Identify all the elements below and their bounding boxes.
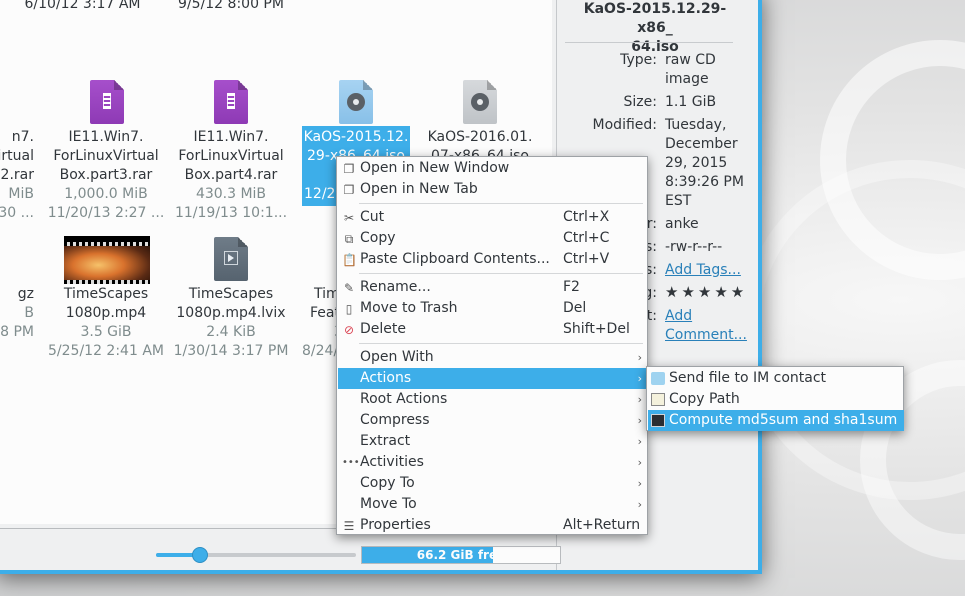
menu-open-new-window[interactable]: ❐ Open in New Window — [338, 158, 648, 179]
context-menu: ❐ Open in New Window ❐ Open in New Tab ✂… — [336, 156, 648, 535]
rename-icon: ✎ — [343, 281, 355, 295]
zoom-slider-handle[interactable] — [192, 547, 208, 563]
submenu-arrow-icon: › — [637, 372, 642, 385]
file-item-timescapes-mp4[interactable]: TimeScapes 1080p.mp4 3.5 GiB 5/25/12 2:4… — [45, 285, 167, 361]
new-window-icon: ❐ — [343, 162, 355, 176]
activities-icon: ••• — [342, 457, 360, 468]
menu-separator — [359, 273, 643, 274]
info-size-value: 1.1 GiB — [665, 94, 717, 110]
file-item-partial[interactable]: n7. Virtual 2.rar MiB :30 ... — [0, 128, 34, 223]
submenu-compute-checksum[interactable]: Compute md5sum and sha1sum — [648, 410, 904, 431]
terminal-icon — [651, 414, 665, 427]
info-type-key: Type: — [620, 52, 657, 68]
info-type-value: raw CD image — [665, 52, 716, 87]
file-date: 9/5/12 8:00 PM — [178, 0, 284, 12]
menu-copy[interactable]: ⧉ Copy Ctrl+C — [338, 228, 648, 249]
info-owner-value: anke — [665, 216, 699, 232]
info-file-title: KaOS-2015.12.29-x86_ 64.iso — [583, 1, 727, 55]
add-comment-link[interactable]: Add Comment... — [665, 307, 755, 345]
im-contact-icon — [651, 372, 665, 385]
delete-icon: ⊘ — [343, 323, 355, 337]
file-date: 6/10/12 3:17 AM — [24, 0, 141, 12]
menu-paste[interactable]: 📋 Paste Clipboard Contents... Ctrl+V — [338, 249, 648, 270]
menu-rename[interactable]: ✎ Rename... F2 — [338, 277, 648, 298]
submenu-arrow-icon: › — [637, 435, 642, 448]
menu-actions[interactable]: Actions › — [338, 368, 648, 389]
copy-icon: ⧉ — [344, 232, 354, 246]
free-space-label: 66.2 GiB free — [416, 548, 506, 562]
submenu-arrow-icon: › — [637, 477, 642, 490]
submenu-arrow-icon: › — [637, 456, 642, 469]
menu-compress[interactable]: Compress › — [338, 410, 648, 431]
submenu-send-im[interactable]: Send file to IM contact — [648, 368, 904, 389]
free-space-bar: 66.2 GiB free — [361, 546, 561, 564]
menu-separator — [359, 203, 643, 204]
submenu-arrow-icon: › — [637, 351, 642, 364]
menu-open-new-tab[interactable]: ❐ Open in New Tab — [338, 179, 648, 200]
properties-icon: ☰ — [343, 519, 355, 533]
submenu-arrow-icon: › — [637, 498, 642, 511]
submenu-arrow-icon: › — [637, 414, 642, 427]
menu-properties[interactable]: ☰ Properties Alt+Return — [338, 515, 648, 536]
menu-move-to-trash[interactable]: ▯ Move to Trash Del — [338, 298, 648, 319]
cut-icon: ✂ — [343, 211, 355, 225]
info-size-key: Size: — [623, 94, 657, 110]
menu-move-to[interactable]: Move To › — [338, 494, 648, 515]
file-item-rar3[interactable]: IE11.Win7. ForLinuxVirtual Box.part3.rar… — [45, 128, 167, 223]
file-item-timescapes-lvix[interactable]: TimeScapes 1080p.mp4.lvix 2.4 KiB 1/30/1… — [170, 285, 292, 361]
menu-copy-to[interactable]: Copy To › — [338, 473, 648, 494]
actions-submenu: Send file to IM contact Copy Path Comput… — [646, 366, 904, 431]
menu-extract[interactable]: Extract › — [338, 431, 648, 452]
menu-activities[interactable]: ••• Activities › — [338, 452, 648, 473]
file-item-rar4[interactable]: IE11.Win7. ForLinuxVirtual Box.part4.rar… — [170, 128, 292, 223]
paste-icon: 📋 — [342, 253, 357, 267]
clipboard-icon — [651, 393, 665, 406]
add-tags-link[interactable]: Add Tags... — [665, 261, 755, 280]
menu-open-with[interactable]: Open With › — [338, 347, 648, 368]
menu-delete[interactable]: ⊘ Delete Shift+Del — [338, 319, 648, 340]
trash-icon: ▯ — [345, 302, 353, 316]
info-permissions-value: -rw-r--r-- — [665, 239, 723, 255]
submenu-arrow-icon: › — [637, 393, 642, 406]
menu-root-actions[interactable]: Root Actions › — [338, 389, 648, 410]
info-divider — [565, 42, 733, 43]
submenu-copy-path[interactable]: Copy Path — [648, 389, 904, 410]
video-thumbnail — [64, 236, 150, 284]
menu-separator — [359, 343, 643, 344]
rating-stars[interactable]: ★★★★★ — [665, 283, 747, 301]
file-item-partial[interactable]: Tim Feat 3 8/24/ — [300, 285, 343, 361]
menu-cut[interactable]: ✂ Cut Ctrl+X — [338, 207, 648, 228]
info-modified-key: Modified: — [592, 117, 657, 133]
new-tab-icon: ❐ — [343, 183, 355, 197]
file-item-partial[interactable]: gz B 58 PM — [0, 285, 34, 342]
info-modified-value: Tuesday, December 29, 2015 8:39:26 PM ES… — [665, 117, 744, 209]
